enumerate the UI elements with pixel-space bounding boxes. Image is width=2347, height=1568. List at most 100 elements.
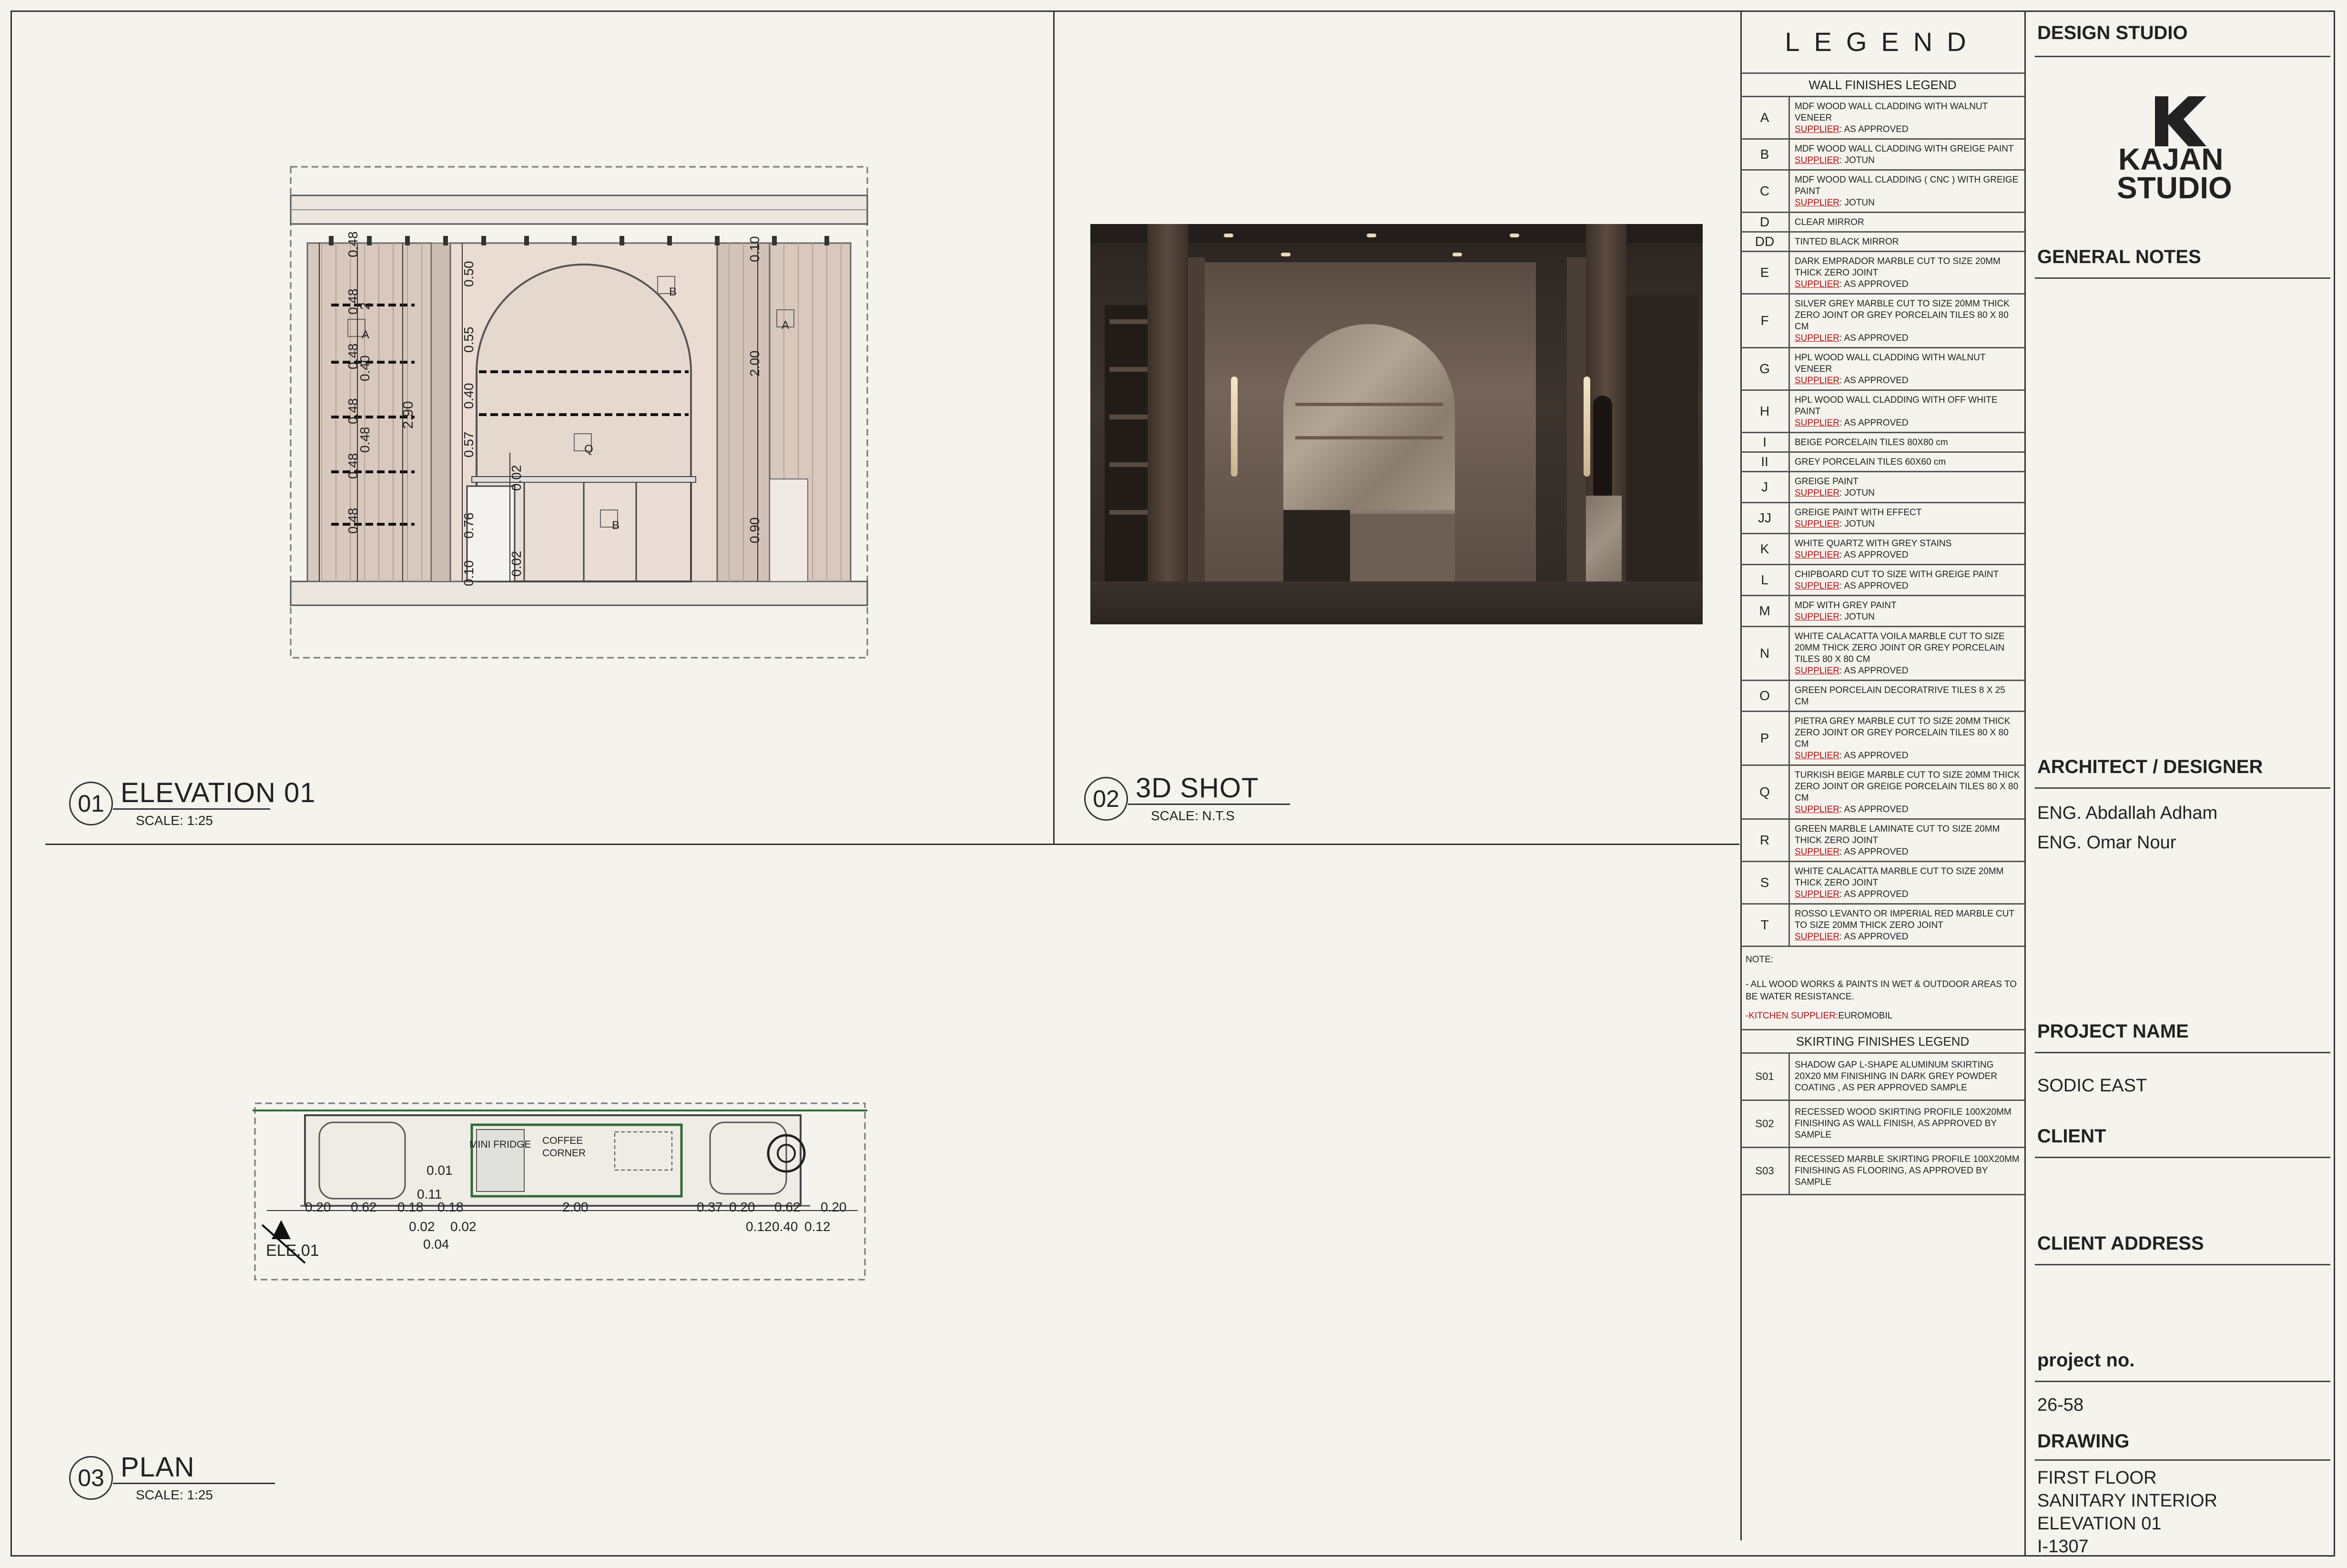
legend-desc-block: HPL WOOD WALL CLADDING WITH OFF WHITE PA… bbox=[1790, 391, 2024, 432]
supplier-label: SUPPLIER bbox=[1795, 333, 1839, 343]
legend-code: DD bbox=[1741, 233, 1790, 251]
plan-label-ele: ELE.01 bbox=[266, 1242, 319, 1260]
dim-overall-height: 2.90 bbox=[400, 401, 416, 429]
legend-desc-block: MDF WOOD WALL CLADDING WITH WALNUT VENEE… bbox=[1790, 97, 2024, 138]
legend-desc-block: TURKISH BEIGE MARBLE CUT TO SIZE 20MM TH… bbox=[1790, 766, 2024, 818]
legend-code: L bbox=[1741, 565, 1790, 595]
view-number-01: 01 bbox=[69, 782, 113, 825]
wall-finishes-title: WALL FINISHES LEGEND bbox=[1741, 72, 2024, 97]
supplier-label: SUPPLIER bbox=[1795, 581, 1839, 591]
dim-arch-1: 0.50 bbox=[461, 261, 476, 287]
skirting-row: S02 RECESSED WOOD SKIRTING PROFILE 100X20… bbox=[1741, 1101, 2024, 1148]
supplier-label: SUPPLIER bbox=[1795, 847, 1839, 857]
legend-description: HPL WOOD WALL CLADDING WITH WALNUT VENEE… bbox=[1795, 353, 1986, 374]
supplier-value: : AS APPROVED bbox=[1839, 804, 1909, 815]
skirting-code: S01 bbox=[1741, 1054, 1790, 1100]
legend-code: E bbox=[1741, 252, 1790, 293]
dim-left-mid: 0.40 bbox=[357, 355, 372, 382]
legend-row: M MDF WITH GREY PAINT SUPPLIER: JOTUN bbox=[1741, 596, 2024, 627]
legend-code: S bbox=[1741, 862, 1790, 903]
legend-desc-block: GREIGE PAINT WITH EFFECT SUPPLIER: JOTUN bbox=[1790, 503, 2024, 533]
general-notes-label: GENERAL NOTES bbox=[2037, 246, 2201, 267]
drawing-line-4: I-1307 bbox=[2037, 1537, 2089, 1557]
legend-description: ROSSO LEVANTO OR IMPERIAL RED MARBLE CUT… bbox=[1795, 909, 2014, 930]
skirting-row: S03 RECESSED MARBLE SKIRTING PROFILE 100X… bbox=[1741, 1148, 2024, 1195]
dim-right-1: 0.10 bbox=[747, 236, 762, 263]
legend-description: DARK EMPRADOR MARBLE CUT TO SIZE 20MM TH… bbox=[1795, 256, 2001, 278]
legend-row: S WHITE CALACATTA MARBLE CUT TO SIZE 20MM… bbox=[1741, 862, 2024, 905]
supplier-value: : JOTUN bbox=[1839, 155, 1875, 165]
plan-label-coffee-2: CORNER bbox=[542, 1148, 586, 1159]
legend-description: GREEN MARBLE LAMINATE CUT TO SIZE 20MM T… bbox=[1795, 824, 2000, 845]
legend-row: I BEIGE PORCELAIN TILES 80X80 cm bbox=[1741, 433, 2024, 453]
legend-row: J GREIGE PAINT SUPPLIER: JOTUN bbox=[1741, 472, 2024, 503]
legend-supplier: SUPPLIER: AS APPROVED bbox=[1795, 889, 2021, 900]
legend-desc-block: TINTED BLACK MIRROR bbox=[1790, 233, 2024, 251]
kitchen-supplier-value: EUROMOBIL bbox=[1838, 1011, 1893, 1021]
legend-description: MDF WOOD WALL CLADDING WITH GREIGE PAINT bbox=[1795, 144, 2014, 154]
supplier-value: : AS APPROVED bbox=[1839, 889, 1909, 899]
legend-supplier: SUPPLIER: AS APPROVED bbox=[1795, 124, 2021, 135]
supplier-value: : AS APPROVED bbox=[1839, 279, 1909, 289]
plan-dim-9: 0.20 bbox=[821, 1200, 847, 1214]
tag-a-right: A bbox=[782, 319, 790, 332]
drawing-line-2: SANITARY INTERIOR bbox=[2037, 1491, 2217, 1511]
logo-text-line-2: STUDIO bbox=[2117, 171, 2232, 205]
legend-description: WHITE CALACATTA VOILA MARBLE CUT TO SIZE… bbox=[1795, 631, 2005, 664]
legend-supplier: SUPPLIER: AS APPROVED bbox=[1795, 804, 2021, 815]
legend-description: GREY PORCELAIN TILES 60X60 cm bbox=[1795, 457, 1946, 467]
architect-name-2: ENG. Omar Nour bbox=[2037, 833, 2176, 853]
legend-code: N bbox=[1741, 627, 1790, 680]
legend-row: G HPL WOOD WALL CLADDING WITH WALNUT VENE… bbox=[1741, 348, 2024, 391]
legend-description: GREEN PORCELAIN DECORATRIVE TILES 8 X 25… bbox=[1795, 685, 2005, 707]
legend-description: WHITE QUARTZ WITH GREY STAINS bbox=[1795, 539, 1952, 549]
kitchen-supplier-label: -KITCHEN SUPPLIER: bbox=[1746, 1011, 1839, 1021]
legend-code: H bbox=[1741, 391, 1790, 432]
supplier-label: SUPPLIER bbox=[1795, 376, 1839, 386]
view-title-shot: 3D SHOT bbox=[1136, 773, 1259, 804]
supplier-value: : AS APPROVED bbox=[1839, 666, 1909, 676]
supplier-label: SUPPLIER bbox=[1795, 804, 1839, 815]
drawing-label: DRAWING bbox=[2037, 1431, 2130, 1452]
view-number-02: 02 bbox=[1084, 777, 1128, 821]
skirting-description: RECESSED WOOD SKIRTING PROFILE 100X20MM … bbox=[1795, 1107, 2012, 1140]
dim-arch-6: 0.10 bbox=[461, 560, 476, 587]
legend-supplier: SUPPLIER: AS APPROVED bbox=[1795, 550, 2021, 561]
legend-code: F bbox=[1741, 295, 1790, 347]
legend-row: E DARK EMPRADOR MARBLE CUT TO SIZE 20MM T… bbox=[1741, 252, 2024, 295]
render-3d-shot bbox=[1090, 224, 1703, 624]
legend-row: P PIETRA GREY MARBLE CUT TO SIZE 20MM THI… bbox=[1741, 712, 2024, 766]
supplier-label: SUPPLIER bbox=[1795, 612, 1839, 622]
legend-code: JJ bbox=[1741, 503, 1790, 533]
legend-desc-block: SILVER GREY MARBLE CUT TO SIZE 20MM THIC… bbox=[1790, 295, 2024, 347]
legend-row: F SILVER GREY MARBLE CUT TO SIZE 20MM THI… bbox=[1741, 295, 2024, 348]
supplier-value: : AS APPROVED bbox=[1839, 550, 1909, 560]
skirting-code: S02 bbox=[1741, 1101, 1790, 1147]
supplier-value: : JOTUN bbox=[1839, 519, 1875, 529]
legend-code: J bbox=[1741, 472, 1790, 502]
legend-supplier: SUPPLIER: JOTUN bbox=[1795, 488, 2021, 499]
legend-description: TINTED BLACK MIRROR bbox=[1795, 237, 1899, 247]
legend-desc-block: MDF WOOD WALL CLADDING WITH GREIGE PAINT… bbox=[1790, 140, 2024, 169]
plan-dim-8: 0.62 bbox=[774, 1200, 801, 1214]
legend-desc-block: CLEAR MIRROR bbox=[1790, 213, 2024, 231]
legend-description: MDF WOOD WALL CLADDING WITH WALNUT VENEE… bbox=[1795, 102, 1988, 123]
supplier-value: : JOTUN bbox=[1839, 488, 1875, 498]
plan-dim-misc-2: 0.11 bbox=[417, 1187, 442, 1201]
legend-supplier: SUPPLIER: AS APPROVED bbox=[1795, 846, 2021, 858]
view-title-elevation: ELEVATION 01 bbox=[121, 777, 316, 808]
supplier-value: : AS APPROVED bbox=[1839, 932, 1909, 942]
legend-row: JJ GREIGE PAINT WITH EFFECT SUPPLIER: JOTU… bbox=[1741, 503, 2024, 534]
kajan-logo-icon bbox=[2155, 96, 2206, 146]
elevation-drawing bbox=[290, 166, 868, 659]
supplier-value: : AS APPROVED bbox=[1839, 847, 1909, 857]
client-label: CLIENT bbox=[2037, 1126, 2106, 1147]
plan-dim-misc-1: 0.01 bbox=[427, 1163, 453, 1178]
legend-desc-block: WHITE CALACATTA VOILA MARBLE CUT TO SIZE… bbox=[1790, 627, 2024, 680]
view-scale-elevation: SCALE: 1:25 bbox=[136, 813, 213, 828]
tag-q: Q bbox=[584, 443, 593, 456]
legend-desc-block: PIETRA GREY MARBLE CUT TO SIZE 20MM THIC… bbox=[1790, 712, 2024, 764]
legend-desc-block: CHIPBOARD CUT TO SIZE WITH GREIGE PAINT S… bbox=[1790, 565, 2024, 595]
legend-supplier: SUPPLIER: AS APPROVED bbox=[1795, 580, 2021, 592]
architect-label: ARCHITECT / DESIGNER bbox=[2037, 756, 2263, 777]
